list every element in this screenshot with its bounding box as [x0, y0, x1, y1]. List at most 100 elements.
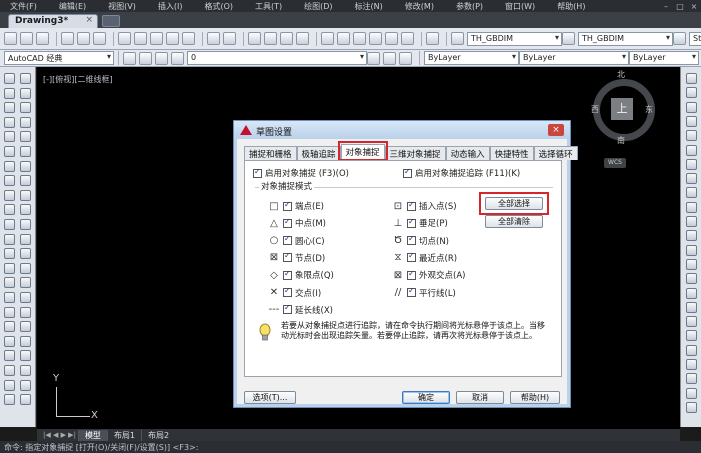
tab-object-snap[interactable]: 对象捕捉 — [340, 144, 385, 160]
snap-mode-row[interactable]: // 平行线(L) — [391, 286, 456, 299]
ordinate-tool-icon[interactable] — [686, 115, 697, 127]
document-tab-drawing3[interactable]: Drawing3* × — [8, 14, 98, 28]
menu-item-3[interactable]: 插入(I) — [148, 1, 195, 12]
table-style-select[interactable]: Standa — [689, 31, 701, 46]
chamfer-tool-icon[interactable] — [20, 277, 31, 289]
match-properties-icon[interactable] — [166, 32, 179, 45]
close-icon[interactable]: × — [85, 15, 93, 25]
dim-style-icon[interactable] — [562, 32, 575, 45]
snap-mode-row[interactable]: ⊡ 插入点(S) — [391, 200, 457, 213]
enable-osnap-checkbox[interactable] — [253, 167, 262, 178]
block-editor-icon[interactable] — [182, 32, 195, 45]
snap-mode-checkbox[interactable] — [283, 303, 292, 315]
snap-mode-checkbox[interactable] — [283, 217, 292, 228]
explode-tool-icon[interactable] — [20, 306, 31, 318]
menu-item-1[interactable]: 编辑(E) — [49, 1, 98, 12]
snap-mode-row[interactable]: ⊥ 垂足(P) — [391, 217, 448, 230]
polygon-tool-icon[interactable] — [4, 116, 15, 128]
new-tab-button[interactable] — [102, 15, 120, 27]
diameter-tool-icon[interactable] — [686, 158, 697, 170]
tolerance-tool-icon[interactable] — [686, 258, 697, 270]
tab-snap-grid[interactable]: 捕捉和栅格 — [244, 146, 297, 160]
enable-osnap-row[interactable]: 启用对象捕捉 (F3)(O) — [253, 167, 349, 179]
snap-mode-checkbox[interactable] — [283, 234, 292, 246]
snap-mode-row[interactable]: ⊠ 外观交点(A) — [391, 269, 466, 282]
plot-icon[interactable] — [61, 32, 74, 45]
center-mark-tool-icon[interactable] — [686, 273, 697, 285]
cancel-button[interactable]: 取消 — [456, 391, 504, 404]
arc-length-tool-icon[interactable] — [686, 101, 697, 113]
snap-mode-checkbox[interactable] — [407, 269, 416, 280]
menu-item-8[interactable]: 修改(M) — [395, 1, 446, 12]
zoom-realtime-icon[interactable] — [264, 32, 277, 45]
color-select[interactable]: ByLayer — [424, 51, 519, 65]
rectangle-tool-icon[interactable] — [4, 131, 15, 143]
menu-item-4[interactable]: 格式(O) — [194, 1, 245, 12]
menu-item-10[interactable]: 窗口(W) — [495, 1, 547, 12]
paste-icon[interactable] — [150, 32, 163, 45]
options-button[interactable]: 选项(T)... — [244, 391, 296, 404]
jogged-linear-tool-icon[interactable] — [686, 301, 697, 313]
help-icon[interactable] — [426, 32, 439, 45]
snap-mode-row[interactable]: ✕ 交点(I) — [267, 286, 321, 299]
tab-layout1[interactable]: 布局1 — [106, 429, 141, 441]
line-tool-icon[interactable] — [4, 73, 15, 84]
move-tool-icon[interactable] — [20, 146, 31, 157]
design-center-icon[interactable] — [337, 32, 350, 45]
multiline-text-tool-icon[interactable] — [4, 335, 15, 347]
workspace-select[interactable]: AutoCAD 经典 — [4, 51, 114, 65]
menu-item-9[interactable]: 参数(P) — [446, 1, 495, 12]
xline-tool-icon[interactable] — [4, 87, 15, 99]
snap-mode-checkbox[interactable] — [407, 217, 416, 228]
ellipse-arc-tool-icon[interactable] — [4, 219, 15, 230]
snap-mode-checkbox[interactable] — [407, 234, 416, 246]
copy-tool-icon[interactable] — [20, 87, 31, 99]
stretch-tool-icon[interactable] — [20, 189, 31, 201]
spline-tool-icon[interactable] — [4, 189, 15, 201]
snap-mode-checkbox[interactable] — [283, 269, 292, 280]
viewcube-east[interactable]: 东 — [645, 104, 653, 115]
hatch-tool-icon[interactable] — [4, 277, 15, 289]
dialog-close-button[interactable]: × — [548, 124, 564, 136]
zoom-window-icon[interactable] — [280, 32, 293, 45]
publish-icon[interactable] — [93, 32, 106, 45]
space-tool-icon[interactable] — [686, 230, 697, 242]
snap-mode-row[interactable]: ⧖ 最近点(R) — [391, 251, 457, 264]
command-line[interactable]: 命令: 指定对象捕捉 [打开(O)/关闭(F)/设置(S)] <F3>: — [0, 441, 701, 453]
radius-tool-icon[interactable] — [686, 130, 697, 142]
line-tool-icon[interactable] — [4, 365, 15, 376]
align-leader-tool-icon[interactable] — [686, 401, 697, 413]
layer-previous-icon[interactable] — [383, 51, 396, 65]
angular-tool-icon[interactable] — [686, 173, 697, 185]
table-tool-icon[interactable] — [4, 321, 15, 333]
snap-mode-checkbox[interactable] — [407, 200, 416, 211]
fillet-tool-icon[interactable] — [20, 292, 31, 303]
layer-manager-icon[interactable] — [123, 51, 136, 65]
zoom-previous-icon[interactable] — [296, 32, 309, 45]
wcs-menu-button[interactable]: WCS — [604, 158, 626, 168]
dialog-titlebar[interactable]: 草图设置 × — [234, 121, 570, 139]
minimize-icon[interactable]: – — [659, 2, 673, 11]
arc-tool-icon[interactable] — [4, 146, 15, 157]
jogged-tool-icon[interactable] — [686, 144, 697, 156]
snap-mode-row[interactable]: --- 延长线(X) — [267, 303, 333, 316]
tab-model[interactable]: 模型 — [77, 429, 107, 441]
layer-select[interactable]: 0 — [187, 51, 367, 65]
join-tool-icon[interactable] — [20, 262, 31, 274]
redo-icon[interactable] — [223, 32, 236, 45]
mirror-tool-icon[interactable] — [20, 102, 31, 114]
gradient-tool-icon[interactable] — [4, 292, 15, 303]
erase-tool-icon[interactable] — [20, 365, 31, 376]
blend-tool-icon[interactable] — [20, 321, 31, 333]
lock-icon[interactable] — [171, 51, 184, 65]
trim-tool-icon[interactable] — [20, 204, 31, 216]
viewcube-top-face[interactable]: 上 — [611, 98, 633, 120]
snap-mode-row[interactable]: ◇ 象限点(Q) — [267, 269, 334, 282]
dimstyle-tool-icon[interactable] — [686, 359, 697, 370]
menu-item-6[interactable]: 绘图(D) — [294, 1, 344, 12]
text-style-select[interactable]: TH_GBDIM — [467, 31, 562, 46]
dim-style-select[interactable]: TH_GBDIM — [578, 31, 673, 46]
clear-all-button[interactable]: 全部清除 — [485, 215, 543, 228]
erase-tool-icon[interactable] — [20, 73, 31, 84]
undo-icon[interactable] — [207, 32, 220, 45]
